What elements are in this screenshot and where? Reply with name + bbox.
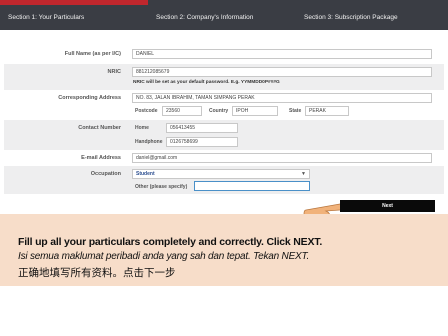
country-input[interactable]: IPOH	[232, 106, 278, 116]
address-input[interactable]: NO. 83, JALAN IBRAHIM, TAMAN SIMPANG PER…	[132, 93, 432, 103]
address-label: Corresponding Address	[58, 95, 121, 101]
tab-your-particulars[interactable]: Section 1: Your Particulars	[8, 14, 84, 21]
full-name-row: Full Name (as per I/C) DANIEL	[4, 46, 444, 62]
nric-row: NRIC 881212085679 NRIC will be set as yo…	[4, 64, 444, 90]
occupation-select[interactable]: Student ▼	[132, 169, 310, 179]
other-occupation-input[interactable]	[194, 181, 310, 191]
nric-label: NRIC	[107, 69, 121, 75]
full-name-input[interactable]: DANIEL	[132, 49, 432, 59]
section-tabs-bar: Section 1: Your Particulars Section 2: C…	[0, 0, 448, 30]
handphone-input[interactable]: 0126758699	[166, 137, 238, 147]
address-row: Corresponding Address NO. 83, JALAN IBRA…	[4, 90, 444, 118]
country-label: Country	[209, 108, 229, 114]
caption-english: Fill up all your particulars completely …	[18, 236, 323, 248]
nric-note: NRIC will be set as your default passwor…	[133, 80, 280, 85]
home-phone-input[interactable]: 056413455	[166, 123, 238, 133]
other-occupation-label: Other (please specify)	[135, 184, 188, 190]
contact-row: Contact Number Home 056413455 Handphone …	[4, 120, 444, 150]
state-label: State	[289, 108, 302, 114]
email-label: E-mail Address	[81, 155, 121, 161]
nric-input[interactable]: 881212085679	[132, 67, 432, 77]
next-button[interactable]: Next	[340, 200, 435, 212]
caption-malay: Isi semua maklumat peribadi anda yang sa…	[18, 251, 310, 262]
contact-label: Contact Number	[78, 125, 121, 131]
state-input[interactable]: PERAK	[305, 106, 349, 116]
occupation-selected: Student	[136, 171, 155, 177]
postcode-label: Postcode	[135, 108, 158, 114]
home-label: Home	[135, 125, 149, 131]
instruction-caption: Fill up all your particulars completely …	[0, 214, 448, 286]
email-row: E-mail Address daniel@gmail.com	[4, 150, 444, 166]
active-tab-indicator	[0, 0, 148, 5]
particulars-form: Full Name (as per I/C) DANIEL NRIC 88121…	[4, 44, 444, 196]
email-input[interactable]: daniel@gmail.com	[132, 153, 432, 163]
postcode-input[interactable]: 23560	[162, 106, 202, 116]
chevron-down-icon: ▼	[301, 171, 306, 177]
full-name-label: Full Name (as per I/C)	[64, 51, 121, 57]
occupation-label: Occupation	[90, 171, 121, 177]
occupation-row: Occupation Student ▼ Other (please speci…	[4, 166, 444, 194]
caption-chinese: 正确地填写所有资料。点击下一步	[18, 267, 176, 279]
tab-company-information[interactable]: Section 2: Company's Information	[156, 14, 253, 21]
handphone-label: Handphone	[135, 139, 163, 145]
tab-subscription-package[interactable]: Section 3: Subscription Package	[304, 14, 398, 21]
